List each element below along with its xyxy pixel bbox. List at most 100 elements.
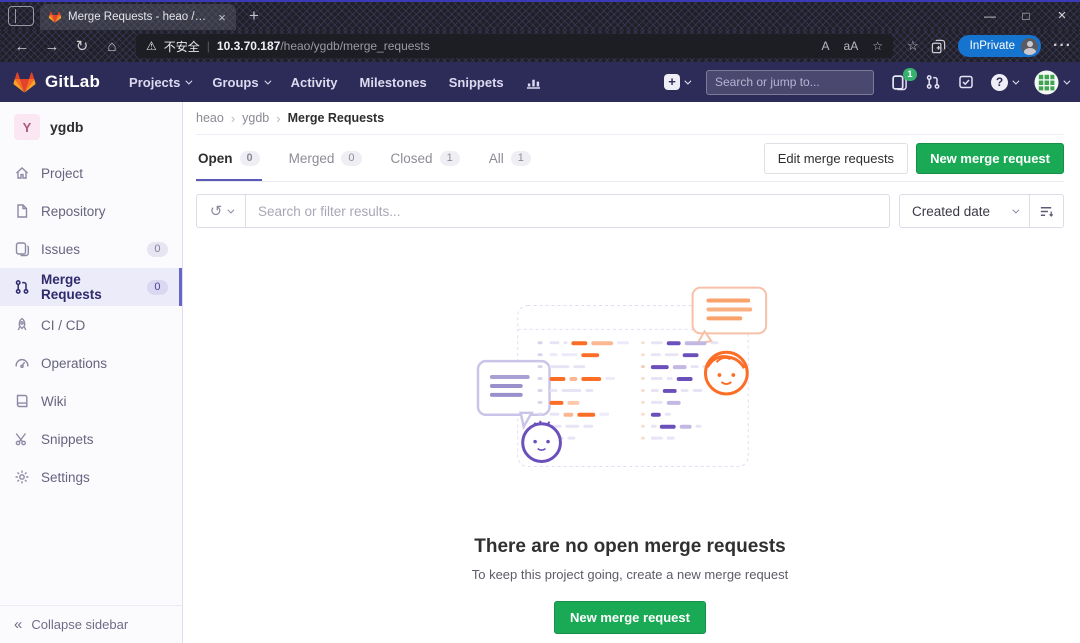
help-menu[interactable]: ? [991, 74, 1017, 91]
sidebar-item-operations[interactable]: Operations [0, 344, 182, 382]
merge-request-icon [14, 279, 30, 295]
home-icon [14, 165, 30, 181]
new-menu-button[interactable]: + [664, 74, 689, 90]
chevron-down-icon [1012, 206, 1019, 213]
brand-name: GitLab [45, 72, 100, 92]
maximize-button[interactable]: □ [1008, 2, 1044, 30]
mr-count-badge: 0 [147, 280, 168, 295]
filter-input[interactable] [246, 204, 889, 219]
sort-descending-icon [1039, 204, 1054, 219]
scissors-icon [14, 431, 30, 447]
tab-all[interactable]: All1 [487, 137, 533, 180]
sort-dropdown[interactable]: Created date [899, 194, 1030, 228]
collections-icon[interactable] [931, 39, 946, 54]
minimize-button[interactable]: — [972, 2, 1008, 30]
breadcrumb-current: Merge Requests [288, 111, 385, 125]
user-avatar [1034, 70, 1059, 95]
browser-avatar [1021, 38, 1038, 55]
rocket-icon [14, 317, 30, 333]
tanuki-icon [12, 70, 37, 95]
sidebar-item-wiki[interactable]: Wiki [0, 382, 182, 420]
empty-state-subtitle: To keep this project going, create a new… [196, 567, 1064, 582]
nav-milestones[interactable]: Milestones [349, 75, 438, 90]
close-button[interactable]: × [1044, 2, 1080, 30]
edit-merge-requests-button[interactable]: Edit merge requests [764, 143, 908, 174]
new-merge-request-button[interactable]: New merge request [916, 143, 1064, 174]
gear-icon [14, 469, 30, 485]
tab-open[interactable]: Open0 [196, 137, 262, 180]
recent-searches-dropdown[interactable]: ↺ [197, 195, 246, 227]
nav-groups[interactable]: Groups [201, 75, 279, 90]
nav-activity[interactable]: Activity [280, 75, 349, 90]
breadcrumb: heao › ygdb › Merge Requests [196, 102, 1064, 135]
global-search[interactable] [706, 70, 874, 95]
collapse-sidebar-button[interactable]: « Collapse sidebar [0, 605, 182, 643]
sidebar-item-snippets[interactable]: Snippets [0, 420, 182, 458]
help-icon: ? [991, 74, 1008, 91]
sort-direction-button[interactable] [1030, 194, 1064, 228]
url-path: /heao/ygdb/merge_requests [280, 39, 429, 53]
security-label: 不安全 [164, 38, 200, 55]
merge-requests-empty-illustration [476, 285, 784, 481]
charts-icon[interactable] [515, 75, 552, 90]
collapse-icon: « [14, 616, 22, 633]
nav-snippets[interactable]: Snippets [438, 75, 515, 90]
issues-count-badge: 0 [147, 242, 168, 257]
read-aloud-icon[interactable]: A [822, 39, 830, 53]
empty-state-new-mr-button[interactable]: New merge request [554, 601, 706, 634]
tab-merged[interactable]: Merged0 [287, 137, 364, 180]
book-icon [14, 393, 30, 409]
todo-count-badge: 1 [903, 68, 917, 81]
refresh-icon[interactable]: ↻ [68, 37, 96, 55]
favorites-bar-icon[interactable]: ☆ [907, 38, 919, 54]
sidebar-project-header[interactable]: Y ygdb [0, 102, 182, 154]
mr-state-tabs: Open0 Merged0 Closed1 All1 Edit merge re… [196, 135, 1064, 182]
sidebar-item-settings[interactable]: Settings [0, 458, 182, 496]
browser-toolbar: ← → ↻ ⌂ ⚠ 不安全 | 10.3.70.187/heao/ygdb/me… [0, 30, 1080, 62]
chevron-down-icon [1012, 77, 1019, 84]
issues-icon [14, 241, 30, 257]
inprivate-badge[interactable]: InPrivate [958, 35, 1041, 57]
merge-requests-nav-icon[interactable] [925, 74, 941, 90]
tab-title: Merge Requests - heao / ygdb [68, 11, 208, 23]
todos-icon[interactable] [958, 74, 974, 90]
tab-close-icon[interactable]: × [214, 10, 230, 25]
breadcrumb-group[interactable]: heao [196, 111, 224, 125]
plus-icon: + [664, 74, 680, 90]
chevron-down-icon [228, 206, 235, 213]
gitlab-navbar: GitLab Projects Groups Activity Mileston… [0, 62, 1080, 102]
sidebar-item-merge-requests[interactable]: Merge Requests 0 [0, 268, 182, 306]
workspaces-icon[interactable] [8, 6, 34, 26]
sidebar-item-cicd[interactable]: CI / CD [0, 306, 182, 344]
back-icon[interactable]: ← [8, 38, 36, 55]
forward-icon[interactable]: → [38, 38, 66, 55]
issues-dashboard-icon[interactable]: 1 [891, 74, 908, 91]
new-tab-button[interactable]: + [246, 6, 262, 26]
browser-menu-icon[interactable]: ··· [1053, 37, 1072, 55]
chevron-down-icon [186, 77, 193, 84]
browser-tab[interactable]: Merge Requests - heao / ygdb × [40, 4, 236, 30]
user-avatar-menu[interactable] [1034, 70, 1068, 95]
filtered-search[interactable]: ↺ [196, 194, 890, 228]
empty-state: There are no open merge requests To keep… [196, 285, 1064, 634]
nav-projects[interactable]: Projects [118, 75, 201, 90]
project-avatar: Y [14, 114, 40, 140]
not-secure-warning-icon[interactable]: ⚠ [146, 39, 157, 53]
address-bar[interactable]: ⚠ 不安全 | 10.3.70.187/heao/ygdb/merge_requ… [136, 34, 893, 58]
add-favorite-icon[interactable]: ☆ [872, 39, 883, 53]
sidebar-item-project[interactable]: Project [0, 154, 182, 192]
project-name: ygdb [50, 119, 83, 135]
home-icon[interactable]: ⌂ [98, 38, 126, 55]
sidebar-item-issues[interactable]: Issues 0 [0, 230, 182, 268]
translate-icon[interactable]: aA [844, 39, 859, 53]
chevron-down-icon [1063, 77, 1070, 84]
breadcrumb-project[interactable]: ygdb [242, 111, 269, 125]
sidebar-item-repository[interactable]: Repository [0, 192, 182, 230]
tab-closed[interactable]: Closed1 [389, 137, 462, 180]
gitlab-logo[interactable]: GitLab [12, 70, 100, 95]
global-search-input[interactable] [715, 75, 870, 89]
chevron-down-icon [684, 77, 691, 84]
gitlab-favicon [48, 10, 62, 24]
chevron-down-icon [264, 77, 271, 84]
gauge-icon [14, 355, 30, 371]
